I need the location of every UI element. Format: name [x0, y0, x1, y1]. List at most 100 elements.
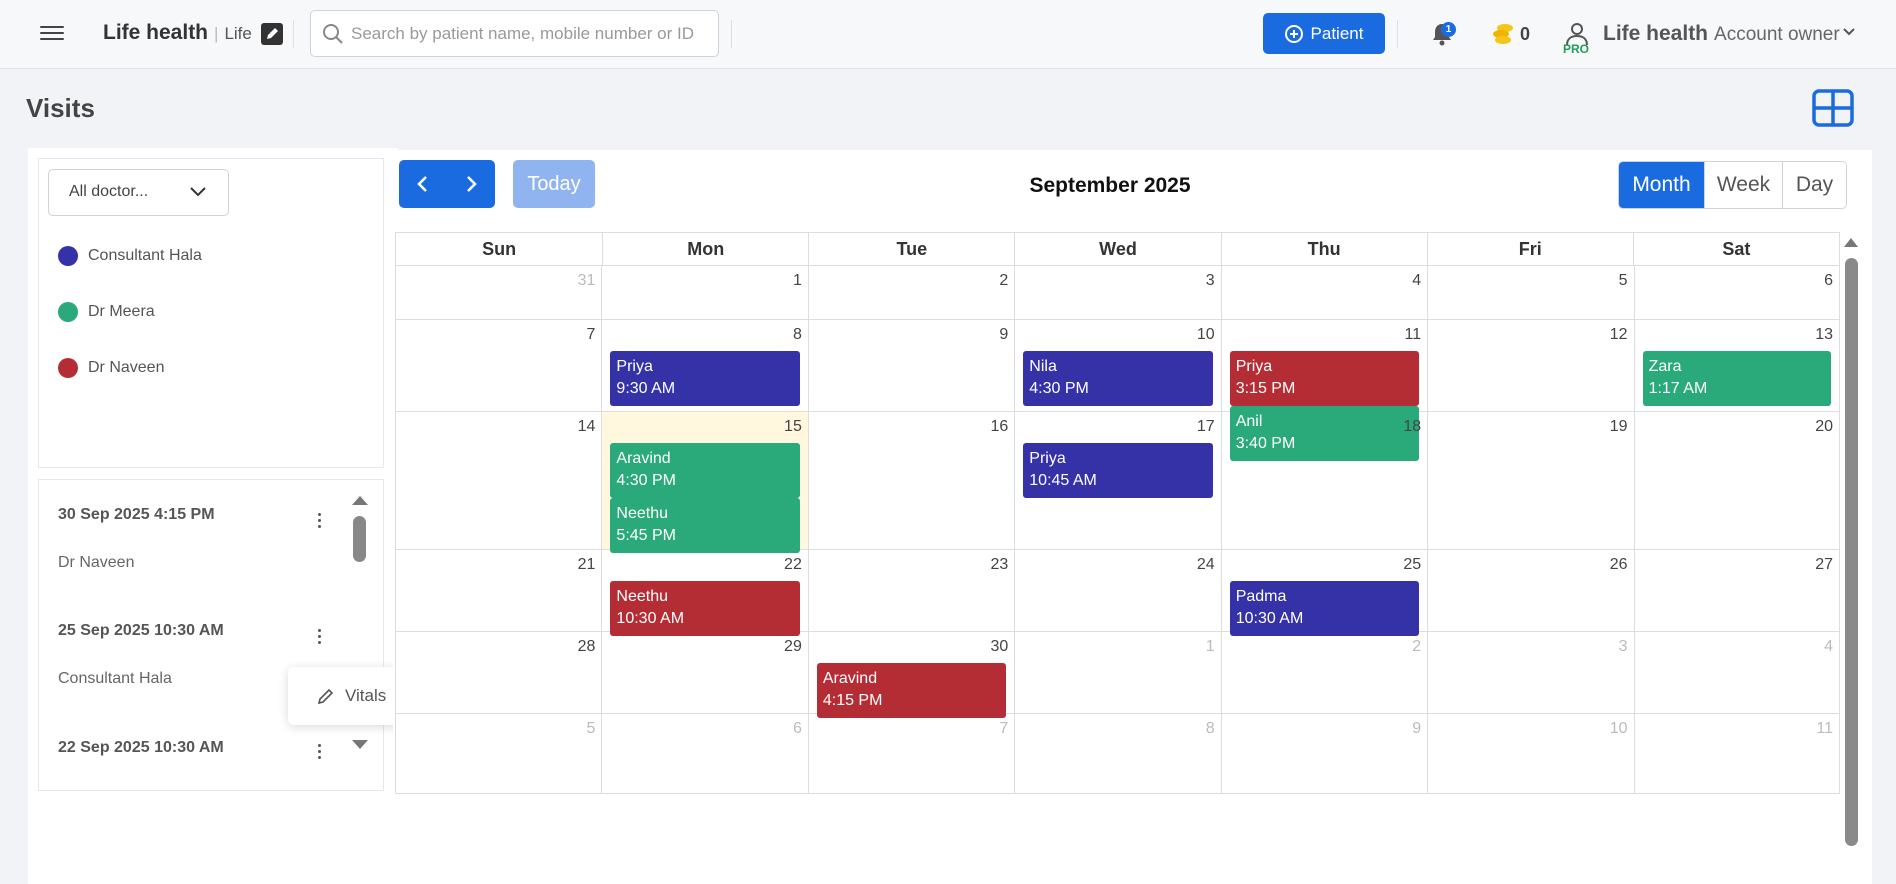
day-cell[interactable]: 4 [1220, 266, 1428, 320]
day-cell[interactable]: 24 [1014, 550, 1221, 632]
day-number: 5 [586, 720, 596, 737]
more-options-icon[interactable] [315, 626, 323, 646]
month-view-button[interactable]: Month [1619, 162, 1704, 208]
day-cell[interactable]: 23 [807, 550, 1015, 632]
doctor-legend-item[interactable]: Consultant Hala [58, 246, 202, 266]
day-cell[interactable]: 17 Priya 10:45 AM [1014, 412, 1221, 550]
appointment-event[interactable]: Nila 4:30 PM [1023, 351, 1213, 406]
calendar-scrollbar-thumb[interactable] [1845, 258, 1858, 846]
day-number: 4 [1824, 638, 1833, 655]
day-cell[interactable]: 22 Neethu 10:30 AM [601, 550, 808, 636]
add-patient-button[interactable]: Patient [1263, 13, 1385, 54]
day-cell[interactable]: 30 Aravind 4:15 PM [807, 632, 1015, 718]
more-options-icon[interactable] [315, 741, 323, 761]
day-number: 11 [1816, 720, 1833, 737]
weekday-label: Fri [1426, 233, 1633, 265]
day-cell[interactable]: 13 Zara 1:17 AM [1633, 320, 1840, 412]
day-cell[interactable]: 5 [1427, 266, 1634, 320]
day-cell[interactable]: 3 [1427, 632, 1634, 714]
day-cell[interactable]: 10 Nila 4:30 PM [1014, 320, 1221, 412]
day-number: 2 [999, 272, 1009, 289]
day-cell[interactable]: 2 [807, 266, 1015, 320]
day-cell[interactable]: 11 Priya 3:15 PM Anil 3:40 PM [1220, 320, 1428, 461]
day-cell[interactable]: 4 [1633, 632, 1840, 714]
doctor-select-value: All doctor... [69, 183, 149, 200]
day-cell[interactable]: 2 [1220, 632, 1428, 714]
appointment-event[interactable]: Padma 10:30 AM [1229, 581, 1420, 636]
day-cell[interactable]: 6 [1633, 266, 1840, 320]
day-cell[interactable]: 11 [1633, 714, 1840, 794]
doctor-legend-item[interactable]: Dr Naveen [58, 358, 164, 378]
day-cell[interactable]: 1 [601, 266, 808, 320]
day-cell[interactable]: 1 [1014, 632, 1221, 714]
day-cell[interactable]: 18 [1220, 412, 1428, 550]
calendar-scroll-up-arrow-icon[interactable] [1844, 238, 1858, 247]
doctor-legend-item[interactable]: Dr Meera [58, 302, 155, 322]
event-time: 5:45 PM [616, 527, 677, 544]
day-cell[interactable]: 10 [1427, 714, 1634, 794]
appointment-event[interactable]: Priya 10:45 AM [1023, 443, 1213, 498]
event-time: 4:15 PM [822, 692, 883, 709]
scrollbar-thumb[interactable] [353, 516, 366, 562]
day-cell[interactable]: 8 Priya 9:30 AM [601, 320, 808, 412]
day-number: 20 [1815, 418, 1833, 435]
next-month-button[interactable] [447, 160, 495, 208]
chevron-down-icon[interactable] [1842, 27, 1856, 37]
appointment-event[interactable]: Neethu 10:30 AM [610, 581, 800, 636]
day-cell[interactable]: 26 [1427, 550, 1634, 632]
day-cell[interactable]: 7 [807, 714, 1015, 794]
day-cell[interactable]: 21 [395, 550, 602, 632]
event-time: 1:17 AM [1648, 380, 1708, 397]
appointment-event[interactable]: Aravind 4:15 PM [816, 663, 1007, 718]
day-cell[interactable]: 12 [1427, 320, 1634, 412]
edit-clinic-icon[interactable] [261, 23, 283, 45]
day-cell[interactable]: 3 [1014, 266, 1221, 320]
day-number: 4 [1412, 272, 1422, 289]
week-view-button[interactable]: Week [1704, 162, 1782, 208]
today-button[interactable]: Today [513, 160, 595, 208]
day-number: 29 [784, 638, 802, 655]
day-cell[interactable]: 29 [601, 632, 808, 714]
appointment-event[interactable]: Neethu 5:45 PM [610, 498, 800, 553]
day-number: 10 [1196, 326, 1215, 343]
divider [1397, 20, 1398, 48]
scroll-up-arrow-icon[interactable] [352, 496, 368, 505]
day-cell[interactable]: 5 [395, 714, 602, 794]
day-cell[interactable]: 8 [1014, 714, 1221, 794]
day-cell[interactable]: 20 [1633, 412, 1840, 550]
appointment-event[interactable]: Zara 1:17 AM [1642, 351, 1831, 406]
day-cell[interactable]: 15 Aravind 4:30 PM Neethu 5:45 PM [601, 412, 808, 553]
visit-doctor: Consultant Hala [58, 670, 172, 687]
weekday-header: Sun Mon Tue Wed Thu Fri Sat [395, 232, 1840, 266]
search-input[interactable] [351, 19, 706, 49]
day-cell[interactable]: 19 [1427, 412, 1634, 550]
grid-view-icon[interactable] [1812, 89, 1854, 127]
day-cell[interactable]: 7 [395, 320, 602, 412]
day-cell[interactable]: 9 [807, 320, 1015, 412]
visit-date: 22 Sep 2025 10:30 AM [58, 739, 224, 756]
more-options-icon[interactable] [315, 510, 323, 530]
day-cell[interactable]: 9 [1220, 714, 1428, 794]
scroll-down-arrow-icon[interactable] [352, 740, 368, 749]
brand: Life health | Life [103, 21, 252, 45]
day-view-button[interactable]: Day [1782, 162, 1846, 208]
appointment-event[interactable]: Priya 3:15 PM [1229, 351, 1420, 406]
hamburger-menu-icon[interactable] [40, 22, 64, 46]
coins-icon[interactable] [1490, 20, 1516, 46]
day-cell[interactable]: 31 [395, 266, 602, 320]
event-time: 9:30 AM [616, 380, 676, 397]
appointment-event[interactable]: Aravind 4:30 PM [610, 443, 800, 498]
appointment-event[interactable]: Priya 9:30 AM [610, 351, 800, 406]
day-cell[interactable]: 14 [395, 412, 602, 550]
day-cell[interactable]: 6 [601, 714, 808, 794]
day-cell[interactable]: 16 [807, 412, 1015, 550]
event-patient-name: Nila [1029, 358, 1057, 375]
day-cell[interactable]: 28 [395, 632, 602, 714]
day-cell[interactable]: 27 [1633, 550, 1840, 632]
search-icon [323, 24, 343, 44]
doctor-select[interactable]: All doctor... [48, 169, 229, 216]
weekday-label: Tue [808, 233, 1014, 265]
day-cell[interactable]: 25 Padma 10:30 AM [1220, 550, 1428, 636]
previous-month-button[interactable] [399, 160, 447, 208]
account-menu[interactable]: Life health Account owner [1603, 22, 1840, 46]
